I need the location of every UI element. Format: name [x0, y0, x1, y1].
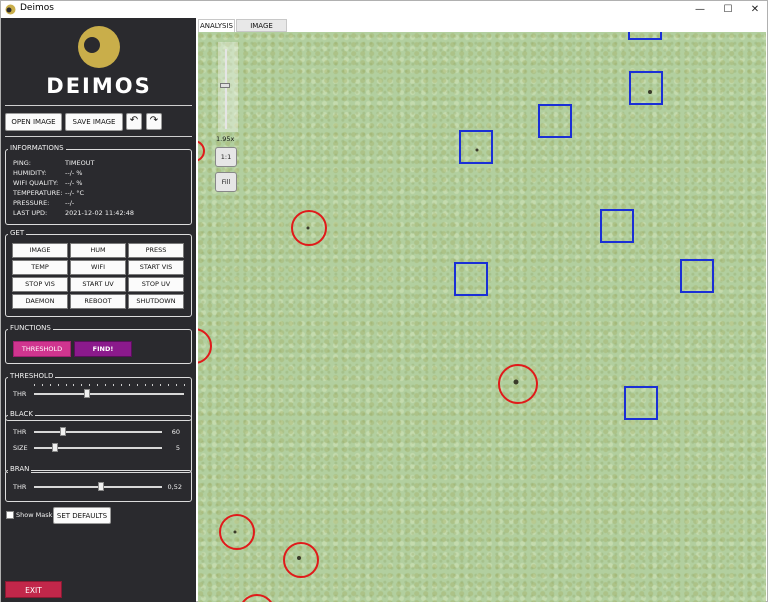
black-size-value: 5 [175, 444, 180, 452]
title-bar: Deimos — ☐ ✕ [1, 1, 767, 18]
threshold-tick [176, 384, 178, 386]
threshold-tick [144, 384, 146, 386]
threshold-title: THRESHOLD [8, 372, 56, 380]
info-value-wifi: --/- % [65, 179, 83, 187]
open-image-button[interactable]: OPEN IMAGE [5, 113, 62, 131]
tab-image-editor[interactable]: IMAGE EDITOR [236, 19, 287, 42]
bran-thr-slider-thumb[interactable] [98, 482, 104, 491]
threshold-tick [65, 384, 67, 386]
show-mask-label: Show Mask [16, 511, 53, 519]
threshold-tick [97, 384, 99, 386]
app-icon [5, 4, 16, 15]
save-image-button[interactable]: SAVE IMAGE [65, 113, 123, 131]
app-window: Deimos — ☐ ✕ DEIMOS OPEN IMAGE SAVE IMAG… [0, 0, 768, 602]
functions-title: FUNCTIONS [8, 324, 53, 332]
window-title: Deimos [20, 3, 54, 13]
threshold-tick [89, 384, 91, 386]
info-label-wifi: WIFI QUALITY: [13, 179, 59, 187]
stop-uv-button[interactable]: STOP UV [128, 277, 184, 292]
info-value-humidity: --/- % [65, 169, 83, 177]
logo-text: DEIMOS [46, 74, 152, 98]
threshold-tick [112, 384, 114, 386]
get-temp-button[interactable]: TEMP [12, 260, 68, 275]
black-title: BLACK [8, 410, 36, 418]
reboot-button[interactable]: REBOOT [70, 294, 126, 309]
close-button[interactable]: ✕ [741, 1, 768, 18]
bran-thr-value: 0,52 [167, 483, 182, 491]
get-image-button[interactable]: IMAGE [12, 243, 68, 258]
threshold-tick [128, 384, 130, 386]
zoom-one-to-one-button[interactable]: 1:1 [215, 147, 237, 167]
black-thr-slider-track [34, 431, 162, 433]
logo-emblem-icon [78, 26, 120, 68]
set-defaults-button[interactable]: SET DEFAULTS [53, 507, 111, 524]
threshold-tick [152, 384, 154, 386]
threshold-tick [73, 384, 75, 386]
info-value-temperature: --/- °C [65, 189, 85, 197]
threshold-tick [184, 384, 185, 386]
threshold-button[interactable]: THRESHOLD [13, 341, 71, 357]
threshold-tick [49, 384, 51, 386]
threshold-tick [57, 384, 59, 386]
info-value-last-update: 2021-12-02 11:42:48 [65, 209, 135, 217]
black-size-label: SIZE [13, 444, 28, 452]
zoom-level: 1.95x [216, 135, 235, 143]
get-press-button[interactable]: PRESS [128, 243, 184, 258]
threshold-tick [34, 384, 35, 386]
black-thr-slider-thumb[interactable] [60, 427, 66, 436]
bran-title: BRAN [8, 465, 32, 473]
threshold-slider-thumb[interactable] [83, 389, 90, 398]
informations-title: INFORMATIONS [8, 144, 66, 152]
black-size-slider-thumb[interactable] [52, 443, 58, 452]
threshold-slider-track [34, 393, 184, 395]
control-sidebar: DEIMOS OPEN IMAGE SAVE IMAGE ↶ ↷ INFORMA… [1, 18, 196, 602]
bran-thr-label: THR [13, 483, 27, 491]
informations-group: INFORMATIONS PING: TIMEOUT HUMIDITY: --/… [5, 144, 192, 225]
functions-group: FUNCTIONS THRESHOLD FIND! [5, 324, 192, 364]
black-thr-label: THR [13, 428, 27, 436]
get-hum-button[interactable]: HUM [70, 243, 126, 258]
redo-icon[interactable]: ↷ [146, 113, 162, 130]
info-label-ping: PING: [13, 159, 31, 167]
threshold-tick [136, 384, 138, 386]
info-label-pressure: PRESSURE: [13, 199, 50, 207]
info-label-humidity: HUMIDITY: [13, 169, 47, 177]
image-viewer[interactable] [198, 32, 766, 602]
zoom-fill-button[interactable]: Fill [215, 172, 237, 192]
tab-bar: ANALYSIS IMAGE EDITOR [196, 18, 767, 42]
zoom-slider-thumb[interactable] [220, 83, 230, 88]
undo-icon[interactable]: ↶ [126, 113, 142, 130]
daemon-button[interactable]: DAEMON [12, 294, 68, 309]
threshold-tick [168, 384, 170, 386]
divider [5, 136, 192, 137]
zoom-slider-track [225, 49, 227, 129]
start-uv-button[interactable]: START UV [70, 277, 126, 292]
shutdown-button[interactable]: SHUTDOWN [128, 294, 184, 309]
find-button[interactable]: FIND! [74, 341, 132, 357]
get-group: GET IMAGE HUM PRESS TEMP WIFI START VIS … [5, 229, 192, 317]
info-label-last-update: LAST UPD: [13, 209, 48, 217]
exit-button[interactable]: EXIT [5, 581, 62, 598]
divider [5, 105, 192, 106]
threshold-thr-label: THR [13, 390, 27, 398]
threshold-tick [81, 384, 83, 386]
threshold-tick [160, 384, 162, 386]
start-vis-button[interactable]: START VIS [128, 260, 184, 275]
black-group: BLACK THR 60 SIZE 5 [5, 410, 192, 473]
minimize-button[interactable]: — [686, 1, 714, 18]
threshold-tick [120, 384, 122, 386]
info-value-ping: TIMEOUT [65, 159, 95, 167]
info-label-temperature: TEMPERATURE: [13, 189, 63, 197]
info-value-pressure: --/- [65, 199, 75, 207]
black-thr-value: 60 [171, 428, 180, 436]
threshold-tick [105, 384, 107, 386]
threshold-tick [41, 384, 43, 386]
get-title: GET [8, 229, 27, 237]
tab-analysis[interactable]: ANALYSIS [198, 19, 235, 32]
show-mask-checkbox[interactable] [6, 511, 14, 519]
bran-group: BRAN THR 0,52 [5, 465, 192, 502]
maximize-button[interactable]: ☐ [714, 1, 742, 18]
get-wifi-button[interactable]: WIFI [70, 260, 126, 275]
stop-vis-button[interactable]: STOP VIS [12, 277, 68, 292]
